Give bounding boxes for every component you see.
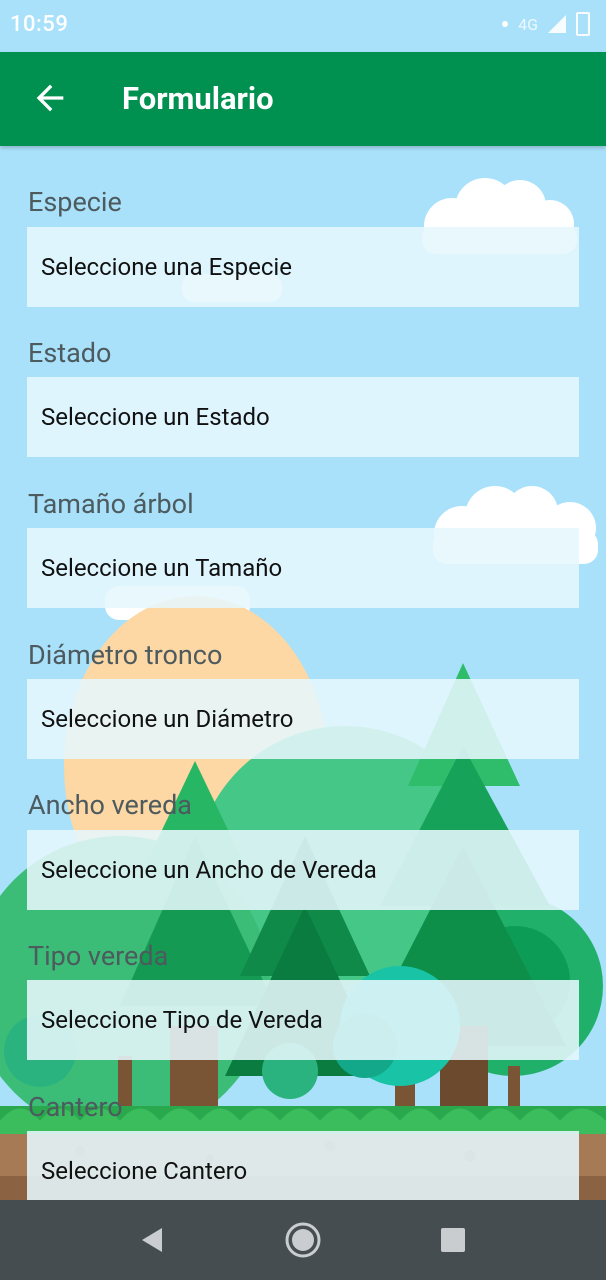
nav-back-icon — [142, 1228, 162, 1252]
back-button[interactable] — [30, 78, 70, 118]
signal-icon — [548, 15, 566, 33]
field-label-tamano: Tamaño árbol — [28, 488, 194, 520]
select-cantero-value: Seleccione Cantero — [41, 1157, 248, 1185]
field-label-estado: Estado — [28, 337, 112, 369]
system-nav-bar — [0, 1200, 606, 1280]
select-tamano[interactable]: Seleccione un Tamaño — [27, 528, 579, 608]
notification-dot-icon — [502, 21, 509, 27]
app-bar: Formulario — [0, 52, 606, 146]
status-icons: 4G — [502, 12, 590, 36]
select-especie[interactable]: Seleccione una Especie — [27, 227, 579, 307]
select-especie-value: Seleccione una Especie — [41, 253, 292, 281]
select-ancho-vereda[interactable]: Seleccione un Ancho de Vereda — [27, 830, 579, 910]
select-cantero[interactable]: Seleccione Cantero — [27, 1131, 579, 1200]
field-label-cantero: Cantero — [28, 1091, 123, 1123]
nav-recents-icon — [441, 1228, 465, 1252]
status-time: 10:59 — [10, 12, 69, 37]
nav-home-button[interactable] — [283, 1220, 323, 1260]
form: Especie Seleccione una Especie Estado Se… — [0, 146, 606, 1200]
nav-home-icon — [285, 1222, 321, 1258]
select-diametro[interactable]: Seleccione un Diámetro — [27, 679, 579, 759]
select-ancho-vereda-value: Seleccione un Ancho de Vereda — [41, 856, 377, 884]
select-estado-value: Seleccione un Estado — [41, 403, 270, 431]
select-estado[interactable]: Seleccione un Estado — [27, 377, 579, 457]
battery-icon — [576, 12, 590, 36]
nav-recents-button[interactable] — [433, 1220, 473, 1260]
page-title: Formulario — [122, 80, 274, 117]
field-label-tipo-vereda: Tipo vereda — [28, 940, 169, 972]
field-label-especie: Especie — [28, 186, 122, 218]
field-label-ancho-vereda: Ancho vereda — [28, 789, 192, 821]
select-tipo-vereda-value: Seleccione Tipo de Vereda — [41, 1006, 323, 1034]
select-tipo-vereda[interactable]: Seleccione Tipo de Vereda — [27, 980, 579, 1060]
nav-back-button[interactable] — [132, 1220, 172, 1260]
arrow-back-icon — [36, 84, 64, 112]
network-type: 4G — [518, 14, 538, 34]
field-label-diametro: Diámetro tronco — [28, 639, 223, 671]
status-bar: 10:59 4G — [0, 0, 606, 52]
select-diametro-value: Seleccione un Diámetro — [41, 705, 294, 733]
select-tamano-value: Seleccione un Tamaño — [41, 554, 283, 582]
